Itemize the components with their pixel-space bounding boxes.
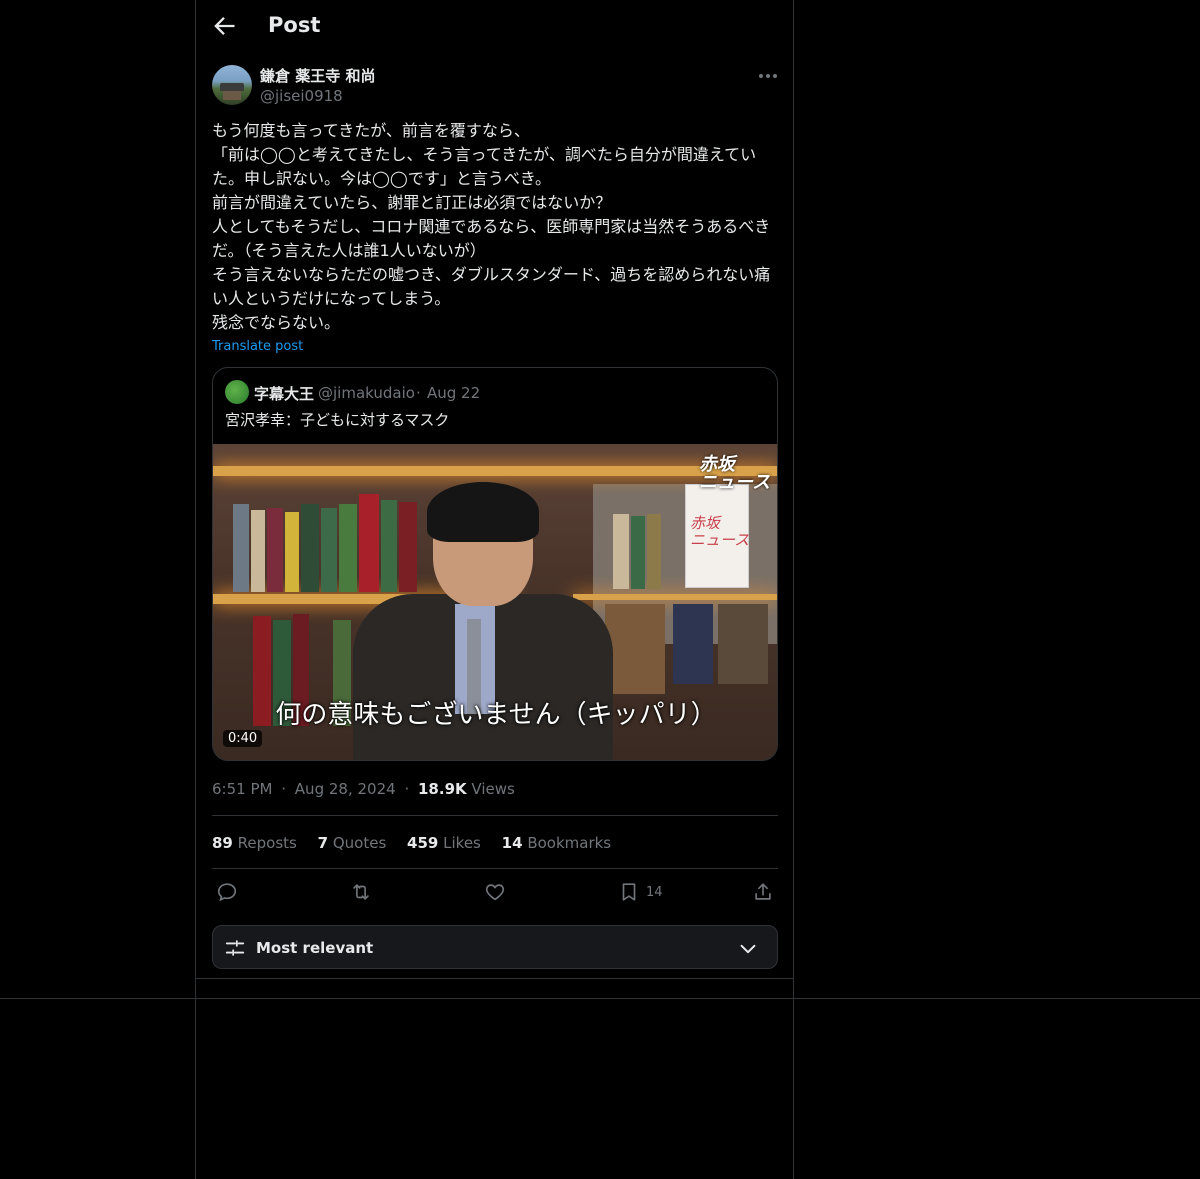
repost-button[interactable] xyxy=(350,880,372,904)
author-handle[interactable]: @jisei0918 xyxy=(260,87,343,105)
like-button[interactable] xyxy=(484,880,506,904)
translate-post-link[interactable]: Translate post xyxy=(212,339,303,354)
video-duration: 0:40 xyxy=(223,730,263,747)
stat-reposts[interactable]: 89 Reposts xyxy=(212,834,297,852)
back-arrow-icon[interactable] xyxy=(210,12,238,40)
divider xyxy=(0,998,1200,999)
reply-button[interactable] xyxy=(216,880,238,904)
bookmark-count: 14 xyxy=(646,884,663,900)
stat-likes[interactable]: 459 Likes xyxy=(407,834,481,852)
divider xyxy=(212,868,778,869)
divider xyxy=(195,978,794,979)
quote-avatar xyxy=(225,380,249,404)
post-text: もう何度も言ってきたが、前言を覆すなら、 「前は◯◯と考えてきたし、そう言ってき… xyxy=(212,121,771,332)
share-icon xyxy=(755,883,771,900)
quote-separator: · xyxy=(416,384,421,402)
post-meta: 6:51 PM · Aug 28, 2024 · 18.9K Views xyxy=(212,780,515,798)
header: Post xyxy=(196,0,795,54)
post-date[interactable]: Aug 28, 2024 xyxy=(295,780,396,798)
reply-sort-dropdown[interactable]: Most relevant xyxy=(212,925,778,969)
repost-icon xyxy=(353,884,369,900)
bookmark-button[interactable]: 14 xyxy=(618,880,663,904)
post-time[interactable]: 6:51 PM xyxy=(212,780,272,798)
channel-logo: 赤坂 ニュース xyxy=(699,454,771,493)
sort-label: Most relevant xyxy=(256,939,374,957)
quote-date: Aug 22 xyxy=(427,384,481,402)
heart-icon xyxy=(485,884,505,901)
views-label: Views xyxy=(471,780,515,798)
video-subtitle: 何の意味もございません（キッパリ） xyxy=(275,700,717,730)
page-title: Post xyxy=(268,13,321,37)
bookmark-icon xyxy=(622,883,636,901)
quoted-post[interactable]: 字幕大王 @jimakudaio · Aug 22 宮沢孝幸：子どもに対するマス… xyxy=(212,367,778,761)
meta-separator: · xyxy=(281,780,287,798)
quote-handle: @jimakudaio xyxy=(318,384,415,402)
sign-text: 赤坂 ニュース xyxy=(690,514,750,549)
author-display-name[interactable]: 鎌倉 薬王寺 和尚 xyxy=(260,65,375,86)
share-button[interactable] xyxy=(752,880,774,904)
avatar[interactable] xyxy=(212,65,252,105)
quote-display-name: 字幕大王 xyxy=(254,385,315,403)
stat-bookmarks[interactable]: 14 Bookmarks xyxy=(502,834,611,852)
main-column: Post 鎌倉 薬王寺 和尚 @jisei0918 もう何度も言ってきたが、前言… xyxy=(195,0,794,1179)
sliders-icon xyxy=(225,940,245,956)
quote-text: 宮沢孝幸：子どもに対するマスク xyxy=(225,411,450,429)
more-options-icon[interactable] xyxy=(756,66,780,86)
engagement-stats: 89 Reposts 7 Quotes 459 Likes 14 Bookmar… xyxy=(212,834,627,852)
divider xyxy=(212,815,778,816)
chevron-down-icon xyxy=(740,944,756,954)
news-sign: 赤坂 ニュース xyxy=(685,484,749,588)
reply-icon xyxy=(217,883,237,902)
views-count: 18.9K xyxy=(418,780,467,798)
stat-quotes[interactable]: 7 Quotes xyxy=(318,834,387,852)
meta-separator: · xyxy=(404,780,410,798)
video-player[interactable]: 赤坂 ニュース 赤坂 ニュース 何の意味もございません（キッパリ） 0:40 xyxy=(213,444,777,760)
